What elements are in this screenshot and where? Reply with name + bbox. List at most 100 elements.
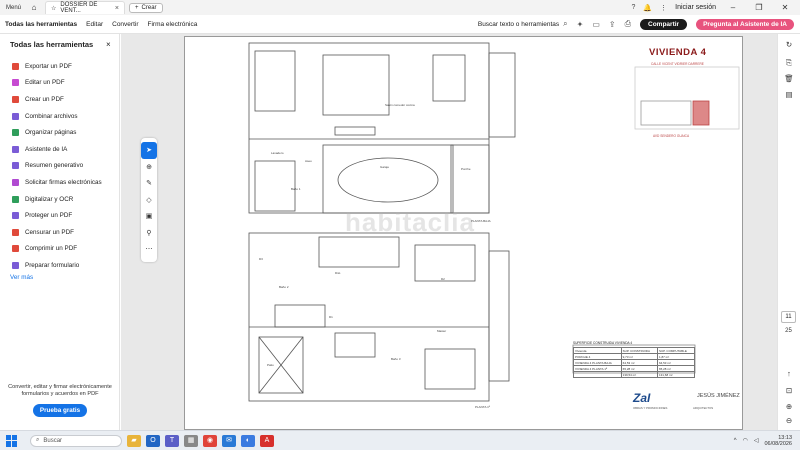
sidebar-item-label: Solicitar firmas electrónicas [25,178,102,186]
tool-icon [12,145,19,153]
zoom-out-icon[interactable]: ⊖ [783,416,795,425]
close-sidebar-icon[interactable]: × [106,40,111,49]
help-icon[interactable]: ? [632,4,636,11]
sidebar-item[interactable]: Exportar un PDF [12,58,116,75]
sidebar-item[interactable]: Asistente de IA [12,141,116,158]
main-toolbar: Todas las herramientas Editar Convertir … [0,15,800,34]
more-tools-icon[interactable]: ⋯ [141,241,157,258]
first-floor-outline [248,232,490,402]
tab-esign[interactable]: Firma electrónica [148,21,198,28]
sidebar-item-label: Crear un PDF [25,95,64,103]
tool-icon [12,228,19,236]
room-salon: Salón comedor cocina [385,103,415,107]
map-units [640,100,692,126]
system-tray: ^ ◠ ◁ 13:13 06/08/2026 [734,435,800,447]
file-explorer-icon[interactable]: ▰ [127,434,141,447]
chevron-up-icon[interactable]: ^ [734,438,737,444]
teams-icon[interactable]: T [165,434,179,447]
sidebar-item[interactable]: Crear un PDF [12,91,116,108]
windows-start-icon[interactable] [6,434,18,447]
sidebar-item[interactable]: Resumen generativo [12,158,116,175]
export-icon[interactable]: ⎘ [783,58,795,68]
bed-d2 [414,244,476,282]
sign-in-link[interactable]: Iniciar sesión [675,4,716,11]
page-number-input[interactable]: 11 [781,311,796,323]
room-dist: Dist. [335,271,341,275]
upload-icon[interactable]: ⇪ [609,20,616,29]
right-toolbar: ↻ ⎘ 🗑 ▤ ↑ ⊡ ⊕ ⊖ [777,34,800,430]
free-trial-button[interactable]: Prueba gratis [33,404,87,417]
zoom-icon[interactable]: ⊕ [141,159,157,176]
menu-button[interactable]: Menú [0,5,27,11]
zoom-in-icon[interactable]: ⊕ [783,402,795,411]
home-icon[interactable]: ⌂ [27,3,41,12]
rotate-icon[interactable]: ↻ [783,40,795,49]
taskbar-search-label: Buscar [43,437,63,444]
taskbar: ⌕ Buscar ▰ O T ▦ ◉ ✉ ◐ A ^ ◠ ◁ 13:13 06/… [0,430,800,450]
edge-icon[interactable]: ◐ [241,434,255,447]
document-tab[interactable]: ☆ DOSSIER DE VENT... × [45,1,126,14]
save-icon[interactable]: ▭ [592,20,600,29]
ai-assistant-icon[interactable]: ✦ [577,20,584,29]
mail-icon[interactable]: ✉ [222,434,236,447]
master-bed [424,348,476,390]
print-icon[interactable]: ⎙ [625,19,631,29]
room-banyo1: Baño 1 [291,187,301,191]
sidebar-item-label: Organizar páginas [25,129,77,137]
zoom-fit-icon[interactable]: ⊡ [783,386,795,395]
stamp-icon[interactable]: ⚲ [141,225,157,242]
tab-all-tools[interactable]: Todas las herramientas [5,21,77,28]
new-tab-button[interactable]: + Crear [129,2,163,13]
pen-icon[interactable]: ✎ [141,175,157,192]
sidebar-item[interactable]: Comprimir un PDF [12,241,116,258]
sidebar-item-label: Comprimir un PDF [25,245,78,253]
sidebar-item[interactable]: Combinar archivos [12,108,116,125]
tool-icon [12,112,19,120]
chrome-icon[interactable]: ◉ [203,434,217,447]
room-aseo: Aseo [305,159,312,163]
architect-logo: JESÚS JIMÉNEZ [697,393,740,399]
close-window-icon[interactable]: ✕ [776,3,794,12]
notifications-icon[interactable]: 🔔 [643,4,652,12]
tool-icon [12,245,19,253]
select-cursor-icon[interactable]: ➤ [141,142,157,159]
clock[interactable]: 13:13 06/08/2026 [764,435,792,447]
page-total: 25 [785,328,792,334]
maximize-icon[interactable]: ❐ [750,3,768,12]
thumbnails-icon[interactable]: ▤ [783,90,795,99]
plus-icon: + [135,4,139,11]
sidebar-item[interactable]: Digitalizar y OCR [12,191,116,208]
app-icon[interactable]: ▦ [184,434,198,447]
sidebar-item[interactable]: Organizar páginas [12,124,116,141]
star-icon[interactable]: ☆ [51,5,56,12]
sidebar-promo-text: Convertir, editar y firmar electrónicame… [8,384,112,397]
sidebar-item-label: Exportar un PDF [25,62,72,70]
outlook-icon[interactable]: O [146,434,160,447]
wifi-icon[interactable]: ◠ [743,437,748,444]
close-tab-icon[interactable]: × [115,5,119,12]
scroll-up-icon[interactable]: ↑ [783,369,795,378]
share-button[interactable]: Compartir [640,18,688,30]
tab-convert[interactable]: Convertir [112,21,138,28]
text-box-icon[interactable]: ▣ [141,208,157,225]
highlight-icon[interactable]: ◇ [141,192,157,209]
see-more-link[interactable]: Ver más [10,274,33,281]
sidebar-item[interactable]: Proteger un PDF [12,207,116,224]
sidebar-item[interactable]: Preparar formulario [12,257,116,274]
ask-ai-button[interactable]: Pregunta al Asistente de IA [696,18,794,30]
table-cell [573,371,622,378]
search-tools[interactable]: Buscar texto o herramientas ⌕ [478,19,568,29]
minimize-icon[interactable]: – [724,3,742,12]
kitchen-outline [254,50,296,112]
tab-edit[interactable]: Editar [86,21,103,28]
acrobat-icon[interactable]: A [260,434,274,447]
delete-icon[interactable]: 🗑 [783,74,795,83]
volume-icon[interactable]: ◁ [754,437,759,444]
sidebar-item[interactable]: Censurar un PDF [12,224,116,241]
sidebar-item[interactable]: Solicitar firmas electrónicas [12,174,116,191]
apps-icon[interactable]: ⋮ [660,4,667,12]
sidebar-item[interactable]: Editar un PDF [12,75,116,92]
taskbar-search[interactable]: ⌕ Buscar [30,434,122,447]
tool-icon [12,162,19,170]
new-tab-label: Crear [141,4,157,11]
